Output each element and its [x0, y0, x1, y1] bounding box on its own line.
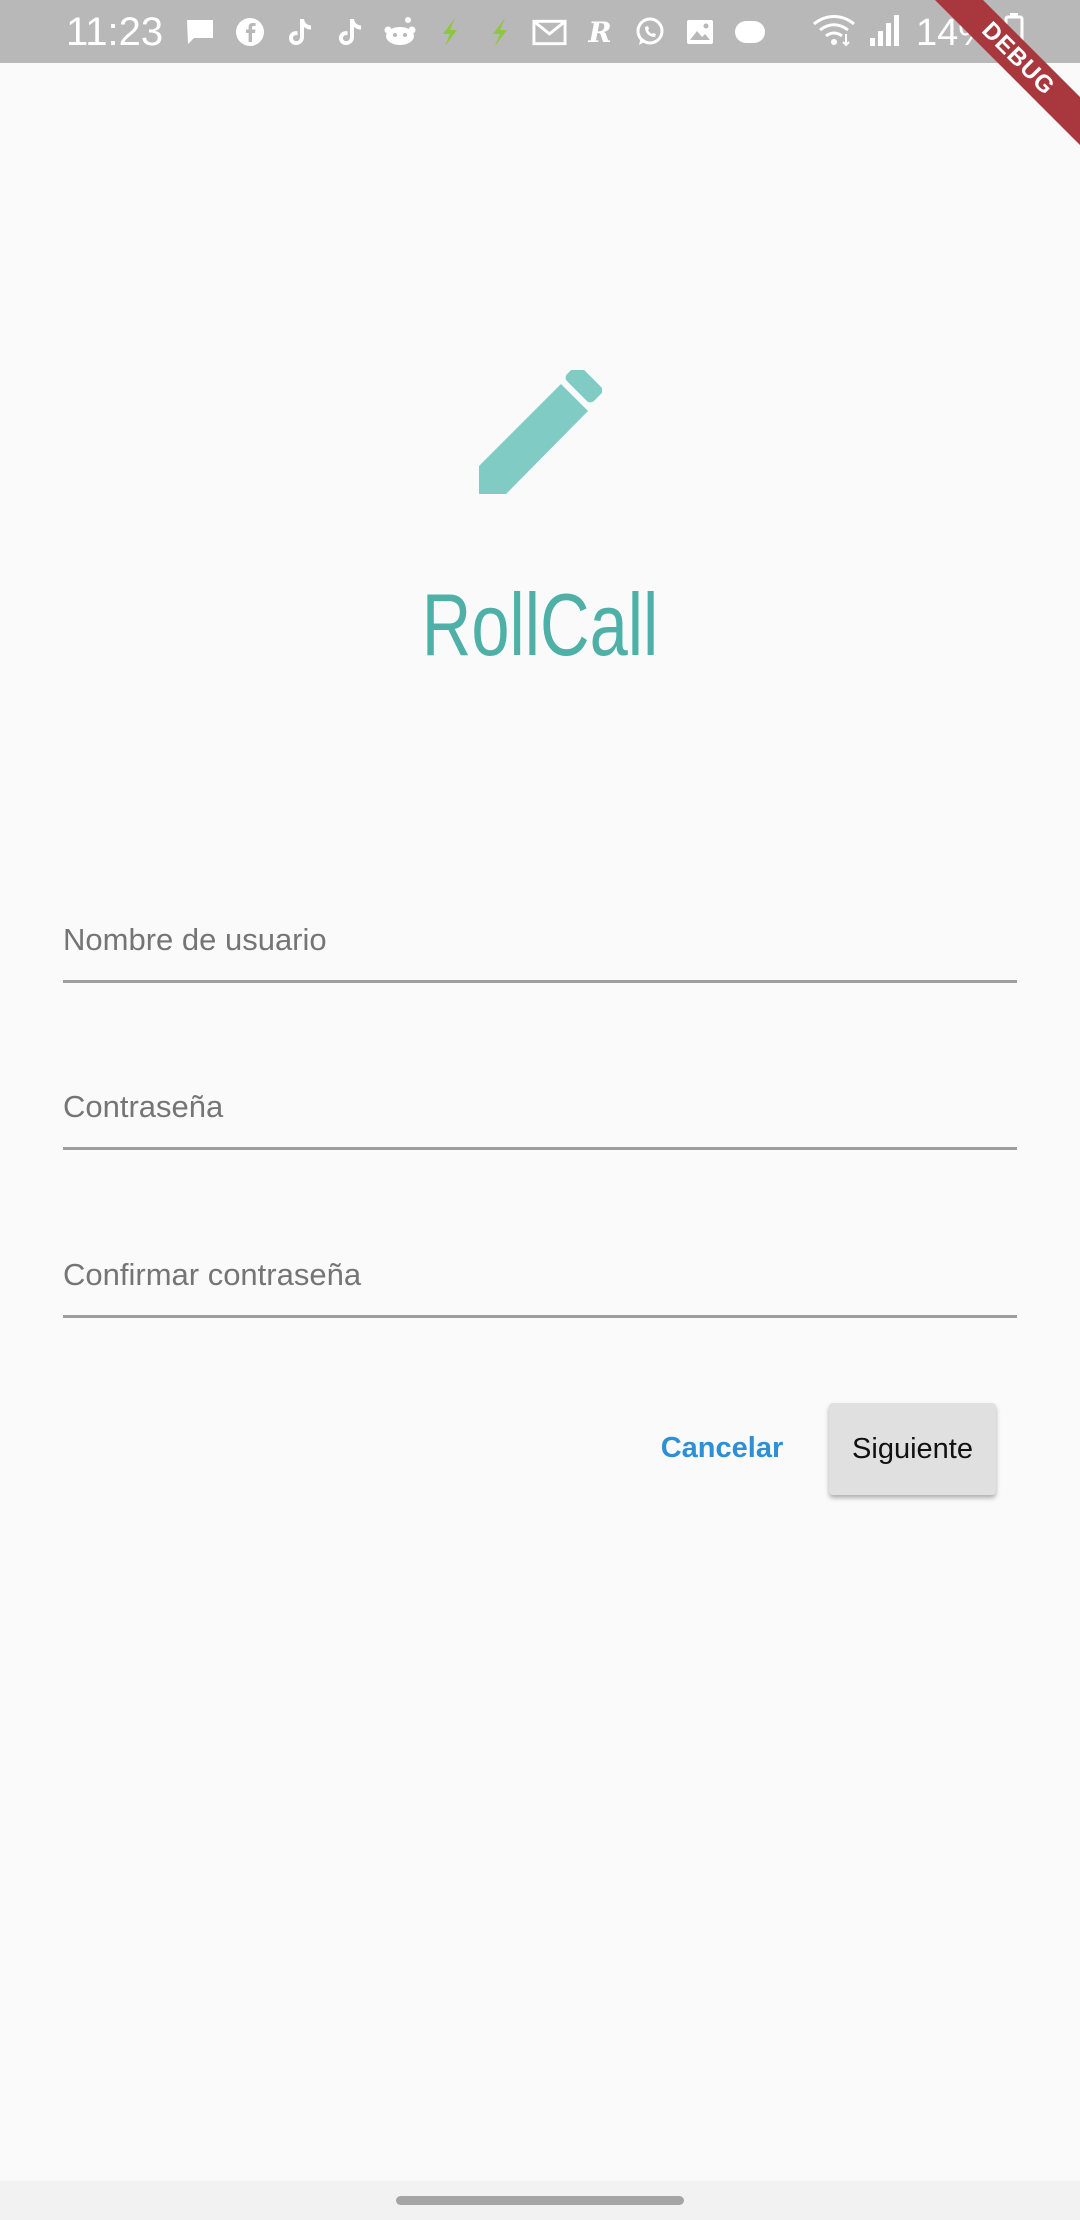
tiktok-icon: [332, 14, 367, 49]
app-bolt-icon: [482, 14, 517, 49]
battery-percentage: 14%: [916, 11, 993, 54]
app-title: RollCall: [421, 575, 659, 674]
wifi-icon: [812, 12, 856, 53]
battery-icon: [1004, 12, 1024, 53]
notification-icons: R: [182, 14, 767, 49]
confirm-password-input[interactable]: [63, 1235, 1017, 1315]
message-icon: [182, 14, 217, 49]
status-time: 11:23: [66, 10, 164, 54]
facebook-icon: [232, 14, 267, 49]
r-app-icon: R: [582, 14, 617, 49]
reddit-icon: [382, 14, 417, 49]
dex-icon: [732, 14, 767, 49]
gallery-icon: [682, 14, 717, 49]
confirm-password-field[interactable]: [63, 1235, 1017, 1318]
gmail-icon: [532, 14, 567, 49]
navigation-bar: [0, 2181, 1080, 2220]
status-indicators: 14%: [812, 12, 1024, 53]
password-field[interactable]: [63, 1067, 1017, 1150]
svg-text:R: R: [587, 16, 611, 48]
password-input[interactable]: [63, 1067, 1017, 1147]
username-field[interactable]: [63, 900, 1017, 983]
whatsapp-icon: [632, 14, 667, 49]
next-button[interactable]: Siguiente: [829, 1403, 996, 1495]
status-bar: 11:23 R 14%: [0, 0, 1080, 63]
tiktok-icon: [282, 14, 317, 49]
signal-icon: [868, 12, 904, 53]
app-bolt-icon: [432, 14, 467, 49]
cancel-button[interactable]: Cancelar: [640, 1402, 804, 1494]
username-input[interactable]: [63, 900, 1017, 980]
pencil-icon: [478, 365, 603, 494]
home-gesture-handle[interactable]: [396, 2196, 684, 2205]
